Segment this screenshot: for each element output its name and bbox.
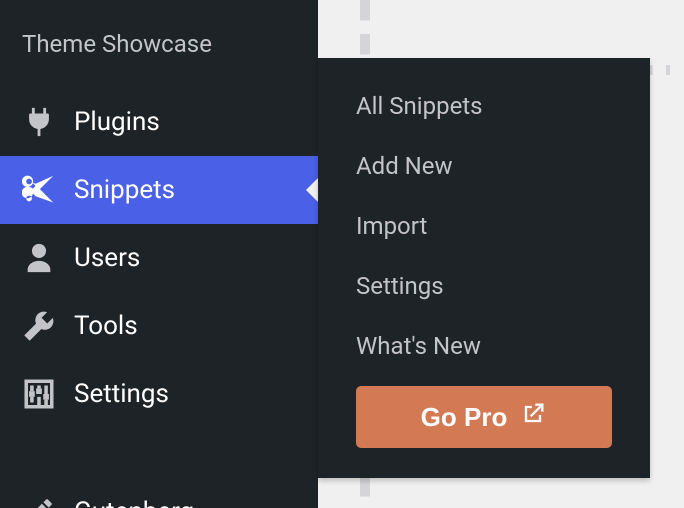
sliders-icon xyxy=(22,377,56,411)
sidebar-item-settings[interactable]: Settings xyxy=(0,360,318,428)
submenu-item-import[interactable]: Import xyxy=(318,196,650,256)
go-pro-button[interactable]: Go Pro xyxy=(356,386,612,448)
external-link-icon xyxy=(519,400,547,435)
sidebar-item-plugins[interactable]: Plugins xyxy=(0,88,318,156)
pencil-icon xyxy=(22,495,56,508)
menu-separator xyxy=(0,428,318,478)
menu-label: Settings xyxy=(74,379,169,409)
menu-label: Gutenberg xyxy=(74,497,194,508)
menu-label: Plugins xyxy=(74,107,160,137)
menu-label: Users xyxy=(74,243,140,273)
user-icon xyxy=(22,241,56,275)
sidebar-item-tools[interactable]: Tools xyxy=(0,292,318,360)
submenu-item-all-snippets[interactable]: All Snippets xyxy=(318,76,650,136)
admin-sidebar: Theme Showcase Plugins Snippets Users To… xyxy=(0,0,318,508)
plugin-icon xyxy=(22,105,56,139)
sidebar-item-snippets[interactable]: Snippets xyxy=(0,156,318,224)
submenu-item-whats-new[interactable]: What's New xyxy=(318,316,650,376)
menu-label: Snippets xyxy=(74,175,175,205)
admin-menu: Plugins Snippets Users Tools Settings xyxy=(0,88,318,508)
submenu-item-add-new[interactable]: Add New xyxy=(318,136,650,196)
wrench-icon xyxy=(22,309,56,343)
menu-label: Tools xyxy=(74,311,138,341)
go-pro-label: Go Pro xyxy=(421,402,508,433)
snippets-submenu: All Snippets Add New Import Settings Wha… xyxy=(318,58,650,478)
submenu-cta-container: Go Pro xyxy=(318,376,650,448)
submenu-item-settings[interactable]: Settings xyxy=(318,256,650,316)
sidebar-section-heading[interactable]: Theme Showcase xyxy=(0,0,318,88)
sidebar-item-users[interactable]: Users xyxy=(0,224,318,292)
scissors-icon xyxy=(22,173,56,207)
sidebar-item-gutenberg[interactable]: Gutenberg xyxy=(0,478,318,508)
